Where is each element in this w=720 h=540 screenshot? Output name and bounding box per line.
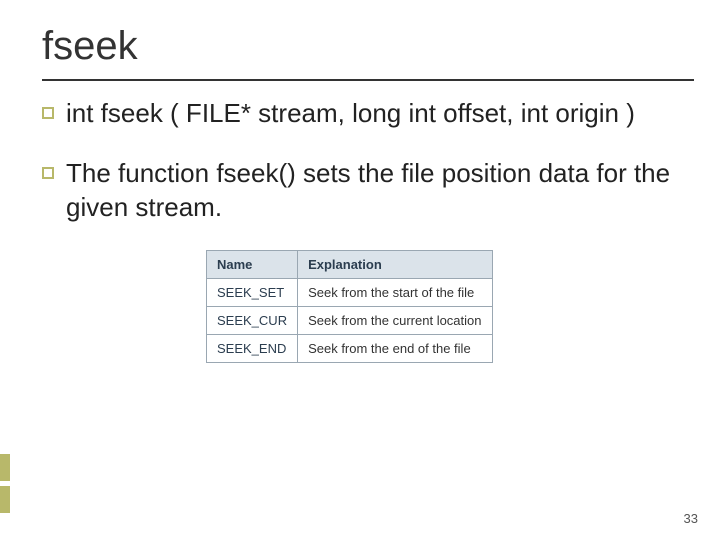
slide-number: 33 [684, 511, 698, 526]
bullet-text: The function fseek() sets the file posit… [66, 157, 688, 225]
cell-explanation: Seek from the current location [298, 307, 492, 335]
bullet-item: The function fseek() sets the file posit… [42, 157, 688, 225]
cell-explanation: Seek from the end of the file [298, 335, 492, 363]
bullet-item: int fseek ( FILE* stream, long int offse… [42, 97, 688, 131]
slide-title: fseek [0, 0, 720, 75]
table-row: SEEK_SET Seek from the start of the file [207, 279, 493, 307]
constants-table-wrap: Name Explanation SEEK_SET Seek from the … [206, 250, 688, 363]
bullet-marker-icon [42, 167, 54, 179]
col-header-name: Name [207, 251, 298, 279]
cell-explanation: Seek from the start of the file [298, 279, 492, 307]
cell-name: SEEK_END [207, 335, 298, 363]
table-row: SEEK_END Seek from the end of the file [207, 335, 493, 363]
table-row: SEEK_CUR Seek from the current location [207, 307, 493, 335]
bullet-text: int fseek ( FILE* stream, long int offse… [66, 97, 635, 131]
cell-name: SEEK_SET [207, 279, 298, 307]
cell-name: SEEK_CUR [207, 307, 298, 335]
accent-bar-icon [0, 454, 10, 481]
constants-table: Name Explanation SEEK_SET Seek from the … [206, 250, 493, 363]
slide-body: int fseek ( FILE* stream, long int offse… [0, 81, 720, 363]
bullet-marker-icon [42, 107, 54, 119]
col-header-explanation: Explanation [298, 251, 492, 279]
table-header-row: Name Explanation [207, 251, 493, 279]
accent-bar-icon [0, 486, 10, 513]
